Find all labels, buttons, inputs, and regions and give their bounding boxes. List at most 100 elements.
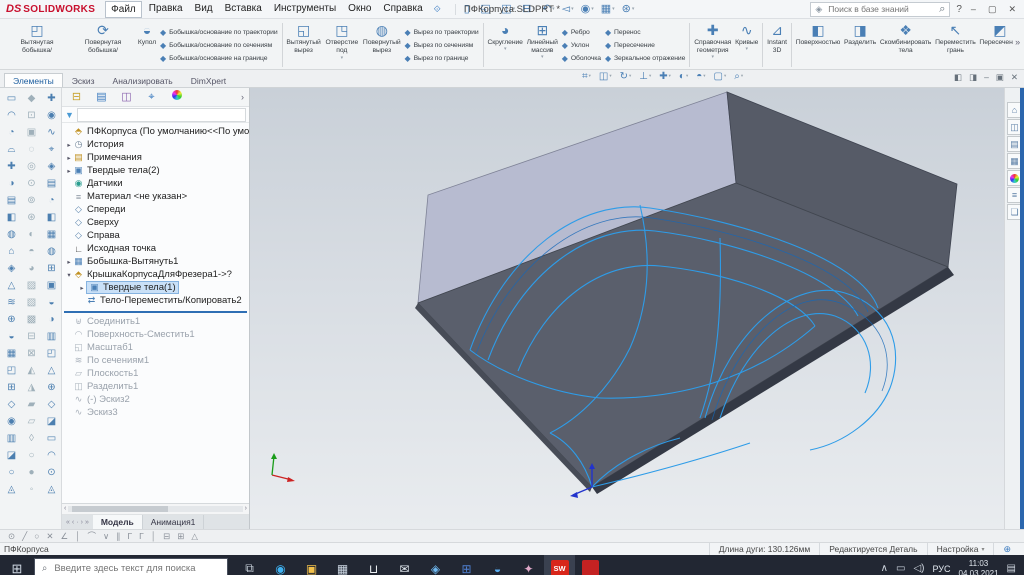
taskbar-app-icon[interactable]: ⊔: [358, 555, 389, 575]
ribbon-overflow-button[interactable]: »: [1013, 37, 1022, 47]
sketch-tool-icon[interactable]: Γ: [127, 531, 132, 541]
boundary-boss-button[interactable]: ◆Бобышка/основание на границе: [160, 52, 278, 64]
sketch-tool-icon[interactable]: ∠: [61, 531, 69, 542]
left-toolbar-icon[interactable]: ▣: [27, 124, 36, 141]
tree-item[interactable]: ◇ Сверху: [62, 216, 249, 229]
dropdown-caret[interactable]: ▾: [341, 56, 343, 60]
left-toolbar-icon[interactable]: ✚: [7, 158, 15, 175]
ribbon-tab[interactable]: Элементы: [4, 73, 63, 87]
curves-button[interactable]: ∿ Кривые ▾: [733, 21, 760, 69]
sketch-tool-icon[interactable]: │: [75, 531, 80, 541]
quick-access-icon[interactable]: ◅: [562, 4, 574, 15]
left-toolbar-icon[interactable]: ◧: [7, 209, 16, 226]
tree-item[interactable]: ⊎ Соединить1: [62, 315, 249, 328]
left-toolbar-icon[interactable]: ◑: [8, 175, 14, 192]
view-tool-icon[interactable]: ◐: [679, 71, 688, 82]
quick-access-icon[interactable]: ▯: [464, 4, 474, 15]
mirror-button[interactable]: ◆Зеркальное отражение: [605, 52, 685, 64]
left-toolbar-icon[interactable]: ▭: [7, 90, 16, 107]
view-tool-icon[interactable]: ✚: [659, 71, 671, 82]
scroll-right-icon[interactable]: ›: [245, 505, 247, 513]
left-toolbar-icon[interactable]: ○: [28, 447, 34, 464]
close-button[interactable]: ✕: [1005, 4, 1019, 15]
knowledge-base-search[interactable]: ◈ ⌕: [810, 2, 950, 17]
left-toolbar-icon[interactable]: ▦: [47, 226, 56, 243]
left-toolbar-icon[interactable]: ▭: [47, 430, 56, 447]
left-toolbar-icon[interactable]: ◍: [7, 226, 16, 243]
search-icon[interactable]: ⌕: [939, 3, 945, 16]
notification-icon[interactable]: ▤: [1007, 563, 1016, 574]
left-toolbar-icon[interactable]: ◠: [47, 447, 56, 464]
volume-icon[interactable]: ◁): [913, 563, 924, 574]
left-toolbar-icon[interactable]: ⌓: [8, 141, 16, 158]
left-toolbar-icon[interactable]: ⊚: [27, 192, 35, 209]
left-toolbar-icon[interactable]: ◠: [7, 107, 16, 124]
move-face-button[interactable]: ↖ Переместить грань: [933, 21, 977, 69]
left-toolbar-icon[interactable]: △: [48, 362, 56, 379]
sketch-tool-icon[interactable]: Γ: [139, 531, 144, 541]
left-toolbar-icon[interactable]: ◰: [47, 345, 56, 362]
left-toolbar-icon[interactable]: ▨: [27, 277, 36, 294]
status-custom[interactable]: Настройка ▾: [927, 543, 994, 555]
left-toolbar-icon[interactable]: ◕: [28, 260, 34, 277]
swept-boss-button[interactable]: ◆Бобышка/основание по траектории: [160, 26, 278, 38]
view-tool-icon[interactable]: ⌗: [582, 71, 591, 82]
left-toolbar-icon[interactable]: ▦: [7, 345, 16, 362]
solidworks-taskbar-icon[interactable]: SW: [544, 555, 575, 575]
left-toolbar-icon[interactable]: ⊛: [27, 209, 35, 226]
document-window-button[interactable]: ✕: [1011, 72, 1018, 83]
taskbar-app-icon[interactable]: ✉: [389, 555, 420, 575]
panel-tab[interactable]: ◫: [114, 89, 139, 105]
lofted-cut-button[interactable]: ◆Вырез по сечениям: [405, 39, 479, 51]
tree-item[interactable]: ▸ ▤ Примечания: [62, 151, 249, 164]
expand-arrow-icon[interactable]: ▾: [65, 271, 73, 279]
left-toolbar-icon[interactable]: ⊙: [27, 175, 35, 192]
left-toolbar-icon[interactable]: ◎: [27, 158, 36, 175]
left-toolbar-icon[interactable]: ◈: [8, 260, 16, 277]
tree-item[interactable]: ▱ Плоскость1: [62, 367, 249, 380]
view-tool-icon[interactable]: ⌕: [734, 71, 743, 82]
view-tool-icon[interactable]: ↻: [620, 71, 632, 82]
extruded-cut-button[interactable]: ◱ Вытянутый вырез: [285, 21, 323, 69]
menu-item[interactable]: Инструменты: [269, 1, 341, 18]
tree-item[interactable]: ▸ ▦ Бобышка-Вытянуть1: [62, 255, 249, 268]
left-toolbar-icon[interactable]: ◬: [8, 481, 16, 498]
left-toolbar-icon[interactable]: ◑: [48, 311, 54, 328]
left-toolbar-icon[interactable]: ▥: [47, 328, 56, 345]
expand-arrow-icon[interactable]: ▸: [78, 284, 86, 292]
left-toolbar-icon[interactable]: ◆: [28, 90, 36, 107]
rib-button[interactable]: ◆Ребро: [562, 26, 601, 38]
left-toolbar-icon[interactable]: ◇: [8, 396, 16, 413]
horizontal-scrollbar[interactable]: ‹ ›: [62, 504, 249, 515]
hole-wizard-button[interactable]: ◳ Отверстие под крепеж ▾: [323, 21, 361, 69]
scrollbar-track[interactable]: [68, 506, 242, 512]
view-tool-icon[interactable]: ◫: [599, 71, 612, 82]
left-toolbar-icon[interactable]: ⊠: [27, 345, 35, 362]
left-toolbar-icon[interactable]: ⊡: [27, 107, 35, 124]
tree-item[interactable]: ◉ Датчики: [62, 177, 249, 190]
expand-arrow-icon[interactable]: ▸: [65, 258, 73, 266]
motion-nav-icon[interactable]: ›: [81, 519, 83, 526]
model-tab[interactable]: Анимация1: [143, 515, 205, 529]
cut-with-surface-button[interactable]: ◧ Поверхностью: [794, 21, 842, 69]
ribbon-tab[interactable]: Эскиз: [63, 73, 104, 87]
left-toolbar-icon[interactable]: △: [8, 277, 16, 294]
tree-item[interactable]: ◫ Разделить1: [62, 380, 249, 393]
panel-tab[interactable]: ⌖: [139, 89, 164, 105]
left-toolbar-icon[interactable]: ▤: [7, 192, 16, 209]
expand-arrow-icon[interactable]: ▸: [65, 141, 73, 149]
taskbar-app-icon[interactable]: ▣: [296, 555, 327, 575]
maximize-button[interactable]: ▢: [985, 4, 1000, 15]
tree-item[interactable]: ◠ Поверхность-Сместить1: [62, 328, 249, 341]
sketch-tool-icon[interactable]: ∥: [116, 531, 120, 542]
help-button[interactable]: ?: [956, 4, 962, 15]
tree-item[interactable]: ▸ ▣ Твердые тела(1): [62, 281, 249, 294]
dome-button[interactable]: ◒ Купол: [136, 21, 158, 69]
language-indicator[interactable]: РУС: [932, 564, 950, 574]
network-icon[interactable]: ▭: [896, 563, 905, 574]
quick-access-icon[interactable]: ↶: [542, 4, 555, 15]
left-toolbar-icon[interactable]: ▤: [47, 175, 56, 192]
sketch-tool-icon[interactable]: ⊞: [177, 531, 184, 542]
menu-item[interactable]: Вид: [190, 1, 218, 18]
left-toolbar-icon[interactable]: ◉: [47, 107, 56, 124]
